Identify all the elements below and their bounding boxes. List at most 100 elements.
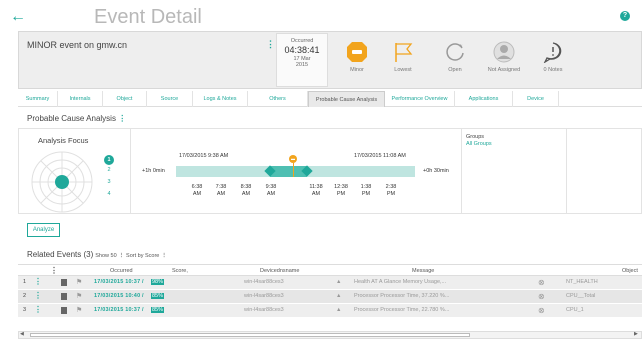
- tab-object[interactable]: Object: [103, 91, 147, 107]
- row-message: Processor Processor Time, 37.220 %...: [354, 293, 450, 299]
- clear-icon[interactable]: ⊗: [538, 292, 545, 301]
- related-events-header: Related Events (3) Show 50 ⋮ Sort by Sco…: [27, 250, 167, 259]
- column-menu-icon[interactable]: ⋮: [50, 266, 58, 275]
- analyze-button[interactable]: Analyze: [27, 223, 60, 237]
- flag-icon: [395, 43, 413, 62]
- column-object[interactable]: Object: [622, 268, 638, 274]
- section-menu-icon[interactable]: ⋮: [118, 114, 126, 123]
- graduation-cap-icon: ▲: [336, 293, 342, 299]
- help-icon[interactable]: ?: [620, 11, 630, 21]
- focus-level-3[interactable]: 3: [96, 179, 122, 191]
- table-header: ⋮ Occurred Score, Devicednsname Message …: [18, 264, 642, 276]
- row-object: NT_HEALTH: [566, 279, 598, 285]
- arrow-left-icon[interactable]: ←: [10, 8, 26, 26]
- row-menu-icon[interactable]: ⋮: [34, 305, 42, 314]
- flag-icon[interactable]: ⚑: [76, 306, 82, 314]
- focus-level-2[interactable]: 2: [96, 167, 122, 179]
- severity-label: Minor: [350, 67, 364, 73]
- divider: [461, 128, 462, 214]
- timeline-tick: 12:38 PM: [334, 184, 348, 197]
- occurred-time: 04:38:41: [284, 45, 320, 55]
- priority-status[interactable]: Lowest: [377, 33, 429, 87]
- info-icon[interactable]: [61, 307, 67, 314]
- open-status-label: Open: [448, 67, 462, 73]
- sort-menu-icon[interactable]: ⋮: [161, 253, 167, 259]
- notes-icon: [543, 42, 562, 64]
- flag-icon[interactable]: ⚑: [76, 278, 82, 286]
- severity-status[interactable]: Minor: [331, 33, 383, 87]
- timeline-tick: 1:38 PM: [360, 184, 372, 197]
- row-number: 1: [23, 279, 27, 285]
- row-score: 98%: [151, 279, 165, 285]
- occurred-label: Occurred: [290, 38, 314, 44]
- tab-device[interactable]: Device: [513, 91, 559, 107]
- column-message[interactable]: Message: [412, 268, 434, 274]
- focus-level-4[interactable]: 4: [96, 191, 122, 203]
- table-row[interactable]: 3 ⋮ ⚑ 17/03/2015 10:37 / 85% win-l4sar88…: [18, 304, 642, 318]
- graduation-cap-icon: ▲: [336, 307, 342, 313]
- row-menu-icon[interactable]: ⋮: [34, 291, 42, 300]
- row-object: CPU_1: [566, 307, 584, 313]
- row-occurred: 17/03/2015 10:37 /: [94, 279, 144, 285]
- column-occurred[interactable]: Occurred: [110, 268, 133, 274]
- open-status[interactable]: * Open: [429, 33, 481, 87]
- open-status-icon: *: [446, 43, 464, 61]
- occurred-year: 2015: [295, 62, 309, 68]
- tab-probable-cause-analysis[interactable]: Probable Cause Analysis: [308, 91, 385, 107]
- row-device: win-l4sar88ces3: [244, 293, 284, 299]
- flag-icon[interactable]: ⚑: [76, 292, 82, 300]
- focus-level-1[interactable]: 1: [96, 155, 122, 167]
- event-marker-icon: ▬: [289, 155, 297, 163]
- timeline-tick: 6:38 AM: [191, 184, 203, 197]
- clear-icon[interactable]: ⊗: [538, 306, 545, 315]
- focus-levels: 1 2 3 4: [96, 155, 122, 203]
- row-device: win-l4sar88ces3: [244, 279, 284, 285]
- tab-performance-overview[interactable]: Performance Overview: [385, 91, 455, 107]
- scroll-left-icon[interactable]: ◀: [20, 331, 24, 337]
- svg-text:*: *: [459, 43, 463, 51]
- timeline-end-label: 17/03/2015 11:08 AM: [354, 153, 406, 159]
- tab-source[interactable]: Source: [147, 91, 193, 107]
- show-count-select[interactable]: Show 50: [95, 253, 116, 259]
- event-menu-icon[interactable]: ⋮: [266, 39, 275, 50]
- clear-icon[interactable]: ⊗: [538, 278, 545, 287]
- table-row[interactable]: 1 ⋮ ⚑ 17/03/2015 10:37 / 98% win-l4sar88…: [18, 276, 642, 290]
- timeline-tick: 8:38 AM: [240, 184, 252, 197]
- column-devicednsname[interactable]: Devicednsname: [260, 268, 299, 274]
- assignee-label: Not Assigned: [487, 67, 521, 73]
- timeline-tick: 9:38 AM: [265, 184, 277, 197]
- analysis-focus-title: Analysis Focus: [38, 136, 89, 145]
- tab-summary[interactable]: Summary: [18, 91, 58, 107]
- row-score: 85%: [151, 307, 165, 313]
- sort-select[interactable]: Sort by Score: [126, 253, 159, 259]
- timeline-start-label: 17/03/2015 9:38 AM: [179, 153, 229, 159]
- priority-label: Lowest: [394, 67, 412, 73]
- tab-logs-notes[interactable]: Logs & Notes: [193, 91, 248, 107]
- timeline-before-label: +1h 0min: [142, 168, 165, 174]
- scrollbar-thumb[interactable]: [30, 333, 470, 337]
- info-icon[interactable]: [61, 293, 67, 300]
- row-number: 3: [23, 307, 27, 313]
- table-row[interactable]: 2 ⋮ ⚑ 17/03/2015 10:40 / 85% win-l4sar88…: [18, 290, 642, 304]
- all-groups-link[interactable]: All Groups: [466, 141, 492, 147]
- event-marker-line: [293, 163, 294, 177]
- row-message: Processor Processor Time, 22.780 %...: [354, 307, 450, 313]
- row-object: CPU__Total: [566, 293, 596, 299]
- tab-internals[interactable]: Internals: [58, 91, 103, 107]
- tab-others[interactable]: Others: [248, 91, 308, 107]
- notes-status[interactable]: 0 Notes: [527, 33, 579, 87]
- show-count-menu-icon[interactable]: ⋮: [119, 253, 125, 259]
- related-events-table: ⋮ Occurred Score, Devicednsname Message …: [18, 264, 642, 318]
- assignee-status[interactable]: Not Assigned: [478, 33, 530, 87]
- timeline-tick: 7:38 AM: [215, 184, 227, 197]
- target-focus-icon[interactable]: [30, 150, 94, 214]
- section-probable-cause-title: Probable Cause Analysis: [27, 114, 116, 123]
- occurred-box: Occurred 04:38:41 17 Mar 2015: [276, 33, 328, 87]
- scroll-right-icon[interactable]: ▶: [634, 331, 638, 337]
- tab-applications[interactable]: Applications: [455, 91, 513, 107]
- info-icon[interactable]: [61, 279, 67, 286]
- row-menu-icon[interactable]: ⋮: [34, 277, 42, 286]
- column-score[interactable]: Score,: [172, 268, 188, 274]
- timeline-after-label: +0h 30min: [423, 168, 449, 174]
- graduation-cap-icon: ▲: [336, 279, 342, 285]
